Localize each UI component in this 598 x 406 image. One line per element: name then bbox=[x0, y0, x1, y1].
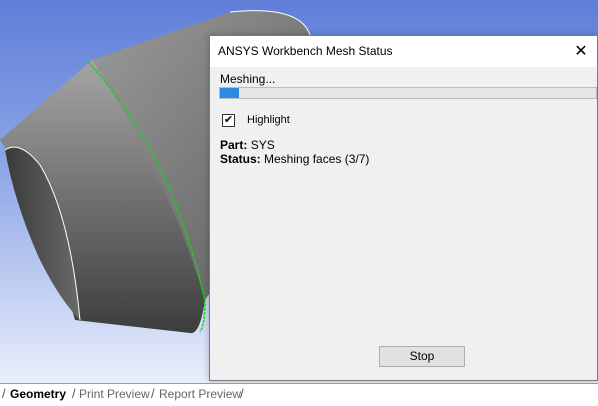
meshing-label: Meshing... bbox=[220, 72, 276, 86]
view-tab-bar: / Geometry / Print Preview / Report Prev… bbox=[0, 383, 598, 406]
tab-print-preview[interactable]: Print Preview bbox=[79, 387, 150, 401]
tab-report-preview[interactable]: Report Preview bbox=[159, 387, 241, 401]
meshing-progress-bar bbox=[219, 87, 597, 99]
dialog-titlebar[interactable]: ANSYS Workbench Mesh Status ✕ bbox=[210, 36, 597, 67]
mesh-status-dialog: ANSYS Workbench Mesh Status ✕ Meshing...… bbox=[209, 35, 598, 381]
highlight-label: Highlight bbox=[247, 114, 290, 126]
tab-separator: / bbox=[151, 386, 155, 401]
progress-fill bbox=[220, 88, 239, 98]
tab-separator: / bbox=[2, 386, 6, 401]
part-value: SYS bbox=[250, 138, 275, 152]
dialog-title: ANSYS Workbench Mesh Status bbox=[218, 44, 393, 58]
part-line: Part: SYS bbox=[220, 138, 275, 152]
tab-geometry[interactable]: Geometry bbox=[10, 387, 66, 401]
tab-separator: / bbox=[240, 386, 244, 401]
tab-separator: / bbox=[72, 386, 76, 401]
highlight-option[interactable]: ✔ Highlight bbox=[222, 112, 290, 128]
close-button[interactable]: ✕ bbox=[565, 36, 597, 67]
status-value: Meshing faces (3/7) bbox=[264, 152, 370, 166]
highlight-checkbox[interactable]: ✔ bbox=[222, 113, 235, 127]
stop-button[interactable]: Stop bbox=[379, 346, 465, 367]
status-label: Status: bbox=[220, 152, 261, 166]
status-line: Status: Meshing faces (3/7) bbox=[220, 152, 369, 166]
part-label: Part: bbox=[220, 138, 248, 152]
